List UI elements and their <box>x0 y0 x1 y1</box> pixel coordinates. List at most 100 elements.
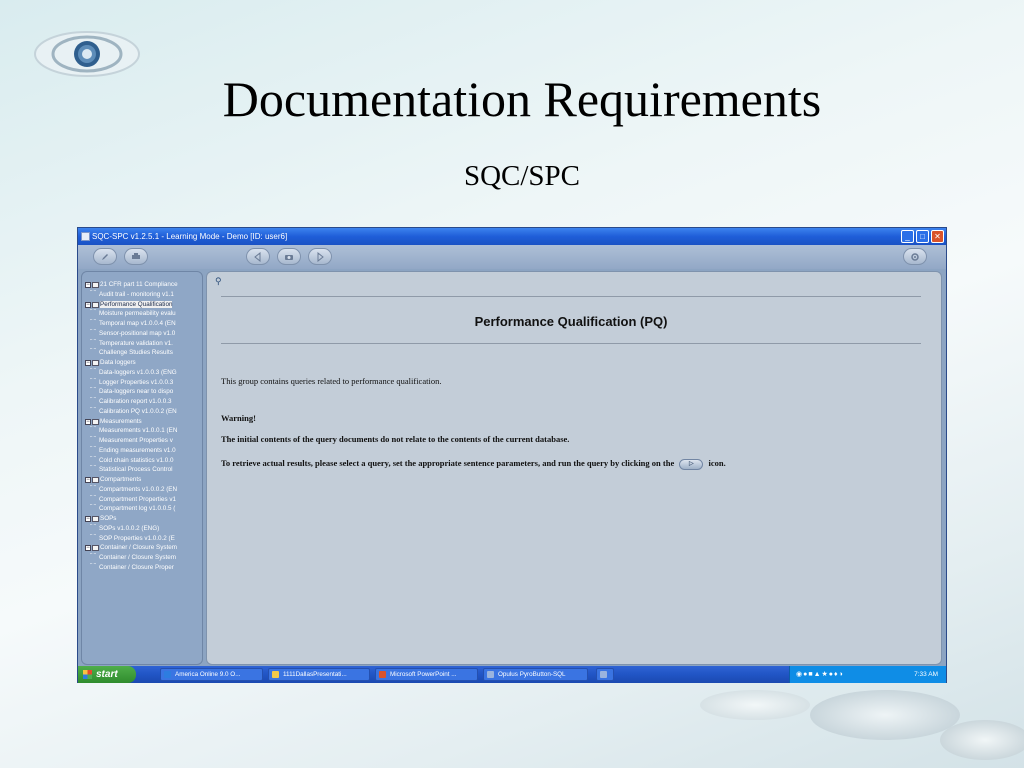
tree-item-label: Data-loggers near to dispo <box>99 388 174 396</box>
tree-query-item[interactable]: ⌒ Container / Closure Proper <box>82 563 202 573</box>
collapse-icon[interactable]: − <box>85 477 91 483</box>
tree-query-item[interactable]: ⌒ Measurement Properties v <box>82 436 202 446</box>
query-icon: ⌒ <box>90 329 97 336</box>
tree-group[interactable]: − Data loggers <box>82 358 202 368</box>
tree-item-label: Performance Qualification <box>100 300 173 308</box>
tree-query-item[interactable]: ⌒ Calibration PQ v1.0.0.2 (EN <box>82 407 202 417</box>
tree-query-item[interactable]: ⌒ Temporal map v1.0.0.4 (EN <box>82 319 202 329</box>
tree-item-label: Moisture permeability evalu <box>99 310 176 318</box>
minimize-button[interactable]: _ <box>901 230 914 243</box>
tree-query-item[interactable]: ⌒ Cold chain statistics v1.0.0 <box>82 456 202 466</box>
forward-button[interactable] <box>308 248 332 265</box>
tree-item-label: Audit trail - monitoring v1.1 <box>99 290 174 298</box>
tree-query-item[interactable]: ⌒ SOP Properties v1.0.0.2 (E <box>82 534 202 544</box>
tree-item-label: Measurement Properties v <box>99 437 173 444</box>
query-icon: ⌒ <box>90 378 97 385</box>
folder-icon <box>92 282 99 288</box>
tree-query-item[interactable]: ⌒ Ending measurements v1.0 <box>82 446 202 456</box>
tree-query-item[interactable]: ⌒ Data-loggers near to dispo <box>82 387 202 397</box>
settings-button[interactable] <box>903 248 927 265</box>
window-title: SQC-SPC v1.2.5.1 - Learning Mode - Demo … <box>92 232 288 241</box>
tree-query-item[interactable]: ⌒ Statistical Process Control <box>82 465 202 475</box>
tree-item-label: Sensor-positional map v1.0 <box>99 329 176 337</box>
query-icon: ⌒ <box>90 495 97 502</box>
collapse-icon[interactable]: − <box>85 516 91 522</box>
tree-item-label: Container / Closure System <box>99 554 176 561</box>
window-titlebar[interactable]: SQC-SPC v1.2.5.1 - Learning Mode - Demo … <box>78 228 946 245</box>
toolbar <box>78 245 946 269</box>
collapse-icon[interactable]: − <box>85 418 91 425</box>
tree-item-label: Compartments v1.0.0.2 (EN <box>99 485 178 493</box>
run-query-icon: ▷ <box>679 458 704 470</box>
collapse-icon[interactable]: − <box>85 545 91 552</box>
tree-query-item[interactable]: ⌒ SOPs v1.0.0.2 (ENG) <box>82 524 202 534</box>
print-tool-button[interactable] <box>124 248 148 265</box>
query-icon: ⌒ <box>90 554 97 560</box>
tree-group[interactable]: − Performance Qualification <box>82 300 202 310</box>
tree-query-item[interactable]: ⌒ Compartments v1.0.0.2 (EN <box>82 485 202 495</box>
tree-item-label: Container / Closure System <box>100 544 177 552</box>
decorative-shape <box>940 720 1024 760</box>
maximize-button[interactable]: □ <box>916 230 929 243</box>
app-icon <box>81 232 90 241</box>
tree-group[interactable]: − Measurements <box>82 417 202 427</box>
tree-query-item[interactable]: ⌒ Moisture permeability evalu <box>82 309 202 319</box>
taskbar-item[interactable]: 1111DallasPresentati... <box>268 668 370 681</box>
tree-item-label: Measurements v1.0.0.1 (EN <box>99 427 178 435</box>
tree-item-label: SOPs <box>100 515 117 522</box>
tree-group[interactable]: − Container / Closure System <box>82 543 202 553</box>
query-tree[interactable]: −21 CFR part 11 Compliance ⌒ Audit trail -… <box>81 271 203 665</box>
tree-query-item[interactable]: ⌒ Challenge Studies Results <box>82 348 202 358</box>
tree-item-label: Logger Properties v1.0.0.3 <box>99 378 174 386</box>
query-icon: ⌒ <box>90 485 97 492</box>
taskbar-extra-button[interactable] <box>596 668 614 681</box>
system-tray: ◉●■▲★●♦◑ 7:33 AM <box>789 666 946 683</box>
collapse-icon[interactable]: − <box>85 360 91 366</box>
collapse-icon[interactable]: − <box>85 282 91 288</box>
tree-query-item[interactable]: ⌒ Temperature validation v1. <box>82 339 202 349</box>
arrow-right-icon <box>317 251 324 263</box>
taskbar: start America Online 9.0 O... 1111DallasP… <box>78 666 946 683</box>
warning-label: Warning! <box>221 413 256 423</box>
query-icon: ⌒ <box>90 534 97 541</box>
tray-icons[interactable]: ◉●■▲★●♦◑ <box>796 670 844 678</box>
tree-query-item[interactable]: ⌒ Container / Closure System <box>82 553 202 563</box>
tree-query-item[interactable]: ⌒ Compartment Properties v1 <box>82 495 202 505</box>
taskbar-item[interactable]: Opulus PyroButton-SQL <box>483 668 588 681</box>
query-icon: ⌒ <box>90 290 97 297</box>
tree-query-item[interactable]: ⌒ Compartment log v1.0.0.5 ( <box>82 504 202 514</box>
tree-query-item[interactable]: ⌒ Measurements v1.0.0.1 (EN <box>82 426 202 436</box>
taskbar-item[interactable]: Microsoft PowerPoint ... <box>375 668 478 681</box>
collapse-icon[interactable]: − <box>85 301 91 308</box>
tree-query-item[interactable]: ⌒ Logger Properties v1.0.0.3 <box>82 378 202 388</box>
magnifier-icon[interactable]: ⚲ <box>215 276 222 287</box>
query-icon: ⌒ <box>90 339 97 346</box>
tree-item-label: Statistical Process Control <box>99 466 173 474</box>
tree-query-item[interactable]: ⌒ Data-loggers v1.0.0.3 (ENG <box>82 368 202 378</box>
tree-query-item[interactable]: ⌒ Audit trail - monitoring v1.1 <box>82 290 202 300</box>
tree-query-item[interactable]: ⌒ Calibration report v1.0.0.3 <box>82 397 202 407</box>
tree-item-label: 21 CFR part 11 Compliance <box>100 281 178 288</box>
edit-tool-button[interactable] <box>93 248 117 265</box>
close-button[interactable]: ✕ <box>931 230 944 243</box>
tree-item-label: SOP Properties v1.0.0.2 (E <box>99 534 175 542</box>
tree-item-label: Challenge Studies Results <box>99 349 173 357</box>
camera-button[interactable] <box>277 248 301 265</box>
app-icon <box>164 671 171 678</box>
tree-group[interactable]: − 21 CFR part 11 Compliance <box>82 280 202 290</box>
query-icon: ⌒ <box>90 407 97 414</box>
tree-item-label: SOPs v1.0.0.2 (ENG) <box>99 524 160 532</box>
taskbar-item-label: Opulus PyroButton-SQL <box>498 671 566 678</box>
start-button[interactable]: start <box>78 666 136 683</box>
tree-group[interactable]: − Compartments <box>82 475 202 485</box>
taskbar-item[interactable]: America Online 9.0 O... <box>160 668 263 681</box>
back-button[interactable] <box>246 248 270 265</box>
tree-group[interactable]: − SOPs <box>82 514 202 524</box>
start-label: start <box>96 669 118 680</box>
tree-item-label: Calibration report v1.0.0.3 <box>99 398 172 405</box>
description-text: This group contains queries related to p… <box>221 376 442 386</box>
tree-item-label: Data loggers <box>100 359 136 366</box>
query-icon: ⌒ <box>90 388 97 395</box>
tree-query-item[interactable]: ⌒ Sensor-positional map v1.0 <box>82 329 202 339</box>
query-icon: ⌒ <box>90 437 97 443</box>
